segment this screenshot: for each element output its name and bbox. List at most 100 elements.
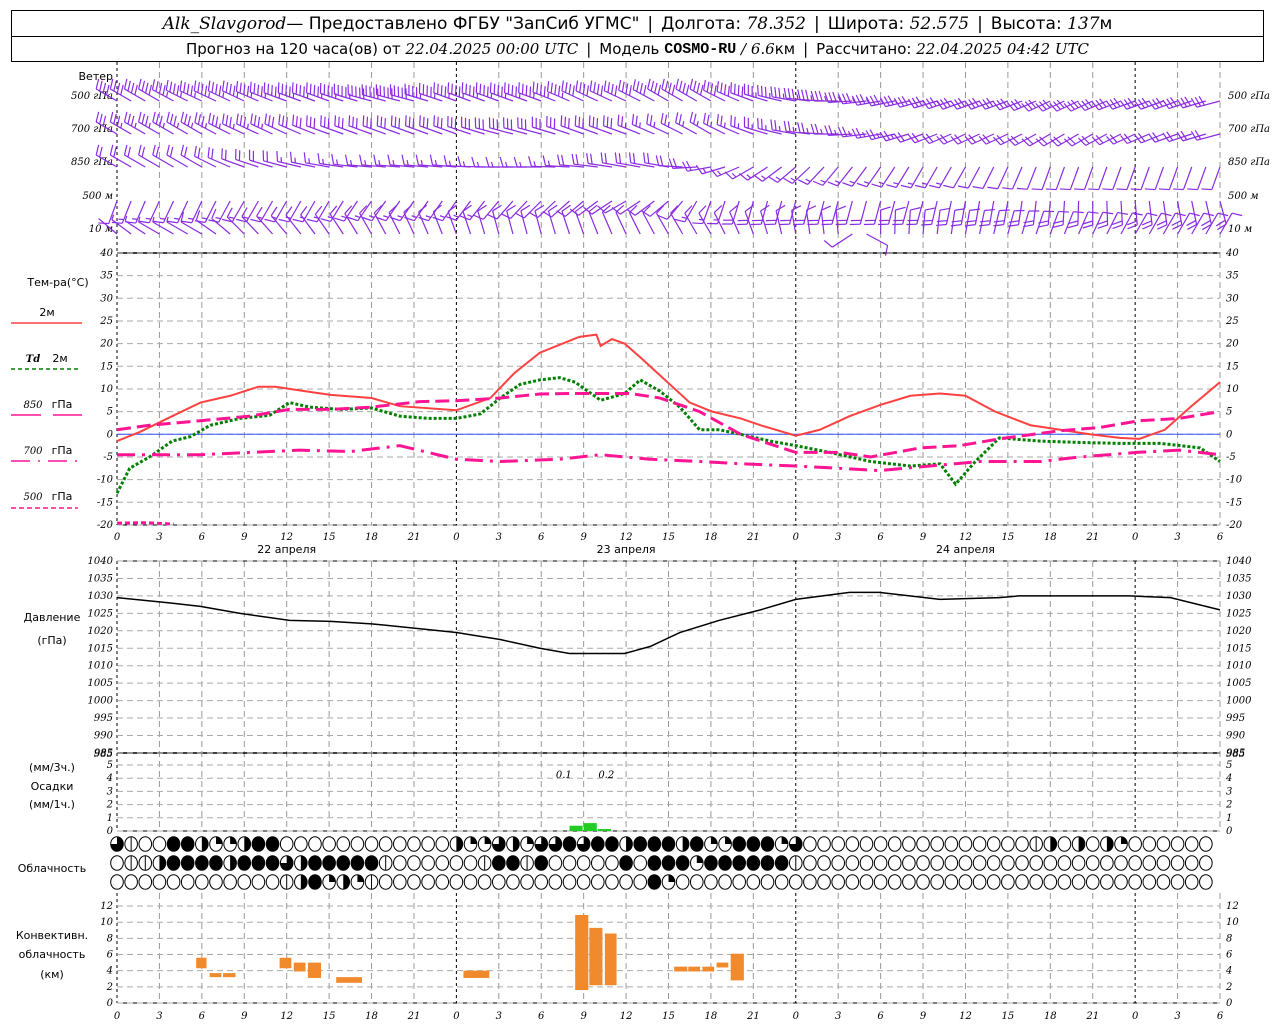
wind-barb-feather — [629, 204, 638, 213]
wind-barb — [376, 115, 401, 135]
cloud-cover-half — [1106, 836, 1114, 852]
wind-barb-feather — [698, 205, 707, 214]
precip-title: Осадки — [31, 780, 74, 793]
wind-barb-feather — [208, 112, 212, 124]
convective-bar — [730, 953, 744, 981]
wind-barb-staff — [537, 200, 556, 218]
wind-barb-half-feather — [453, 214, 459, 218]
hour-label: 3 — [835, 532, 841, 543]
cloud-cover-icon — [279, 836, 294, 852]
temp-tick-left: 20 — [99, 339, 113, 350]
wind-barb-feather — [313, 118, 316, 129]
cloud-cover-icon — [265, 874, 280, 890]
wind-barb — [361, 84, 386, 102]
wind-barb-feather — [224, 149, 227, 161]
wind-barb-feather — [113, 113, 117, 125]
wind-barb-feather — [617, 114, 620, 126]
wind-barb-feather — [109, 111, 114, 123]
wind-barb-feather — [649, 115, 653, 126]
wind-barb — [821, 200, 839, 226]
wind-barb-feather — [1112, 220, 1123, 226]
cloud-cover-icon — [336, 836, 351, 852]
wind-barb-feather — [869, 129, 876, 139]
wind-barb-half-feather — [878, 181, 884, 185]
wind-barb-feather — [485, 156, 490, 168]
cloud-cover-icon — [916, 855, 930, 871]
cloud-cover-half — [201, 836, 209, 852]
cloud-cover-icon — [180, 855, 195, 871]
wind-barb-feather — [818, 90, 823, 102]
wind-barb-half-feather — [159, 217, 166, 220]
convective-bar — [716, 962, 729, 968]
wind-barb-feather — [249, 81, 252, 93]
wind-barb-half-feather — [746, 174, 752, 179]
wind-barb-feather — [720, 82, 723, 94]
cloud-cover-icon — [421, 855, 435, 871]
wind-barb — [1190, 95, 1221, 108]
cloud-cover-icon — [407, 836, 421, 852]
wind-barb-feather — [797, 179, 808, 185]
cloud-cover-quarter — [668, 874, 675, 882]
cloud-cover-icon — [718, 874, 732, 890]
wind-barb-half-feather — [218, 123, 221, 129]
wind-barb — [1016, 166, 1037, 190]
wind-barb-staff — [1205, 212, 1219, 235]
wind-barb-feather — [1187, 188, 1198, 191]
wind-barb-feather — [730, 115, 732, 126]
wind-level-label: 850 гПа — [71, 157, 113, 168]
hour-label: 9 — [580, 1011, 587, 1022]
wind-barb — [642, 205, 655, 235]
wind-barb-feather — [593, 82, 596, 93]
cloud-cover-half — [230, 855, 237, 871]
legend-850-unit: гПа — [52, 398, 73, 411]
wind-barb-feather — [632, 79, 636, 90]
precip-tick-right: 4 — [1225, 773, 1232, 784]
wind-barb-feather — [289, 151, 293, 163]
wind-barb-staff — [615, 211, 627, 235]
wind-barb-feather — [770, 119, 773, 130]
wind-barb-half-feather — [792, 126, 795, 133]
wind-barb-feather — [610, 83, 614, 95]
wind-barb-feather — [176, 85, 180, 96]
wind-barb — [657, 200, 684, 220]
cloud-cover-icon — [506, 855, 520, 871]
precip-tick-right: 1 — [1226, 813, 1232, 824]
cloud-cover-icon — [1114, 874, 1128, 890]
chart-marks: 40 4035 3530 3025 2520 2015 1510 105 50 0-5 -5-10-… — [71, 78, 1270, 1022]
hour-label: 3 — [835, 1011, 841, 1022]
wind-barb-feather — [166, 144, 170, 156]
wind-barb-half-feather — [179, 92, 183, 98]
wind-barb-feather — [436, 83, 439, 95]
wind-barb-staff — [1041, 166, 1051, 190]
hour-label: 3 — [496, 532, 502, 543]
hour-label: 9 — [580, 532, 587, 543]
wind-barb — [375, 200, 401, 222]
cloud-cover-icon — [1199, 874, 1213, 890]
cloud-cover-icon — [661, 855, 676, 871]
wind-barb-feather — [483, 85, 485, 96]
wind-barb — [1002, 166, 1023, 190]
wind-barb-feather — [138, 78, 142, 90]
pressure-tick-right: 1020 — [1226, 626, 1252, 637]
wind-barb-staff — [477, 210, 486, 235]
cloud-cover-icon — [166, 855, 181, 871]
wind-barb-staff — [1055, 166, 1066, 190]
wind-barb-feather — [564, 82, 568, 93]
cloud-cover-icon — [152, 836, 167, 852]
wind-barb-staff — [510, 200, 528, 219]
wind-barb-feather — [403, 204, 413, 213]
wind-barb-half-feather — [420, 160, 423, 166]
wind-barb-feather — [987, 186, 998, 190]
precip-tick-right: 0 — [1226, 826, 1233, 837]
wind-barb-feather — [561, 80, 565, 91]
hour-label: 0 — [453, 1011, 460, 1022]
cloud-cover-icon — [350, 855, 365, 871]
wind-barb — [628, 152, 655, 168]
hour-label: 21 — [746, 532, 760, 543]
wind-barb — [461, 82, 485, 102]
wind-barb-feather — [713, 204, 723, 213]
cloud-cover-icon — [166, 836, 181, 852]
wind-barb-feather — [303, 86, 305, 97]
cloud-cover-icon — [449, 855, 464, 871]
cloud-cover-icon — [562, 874, 577, 890]
